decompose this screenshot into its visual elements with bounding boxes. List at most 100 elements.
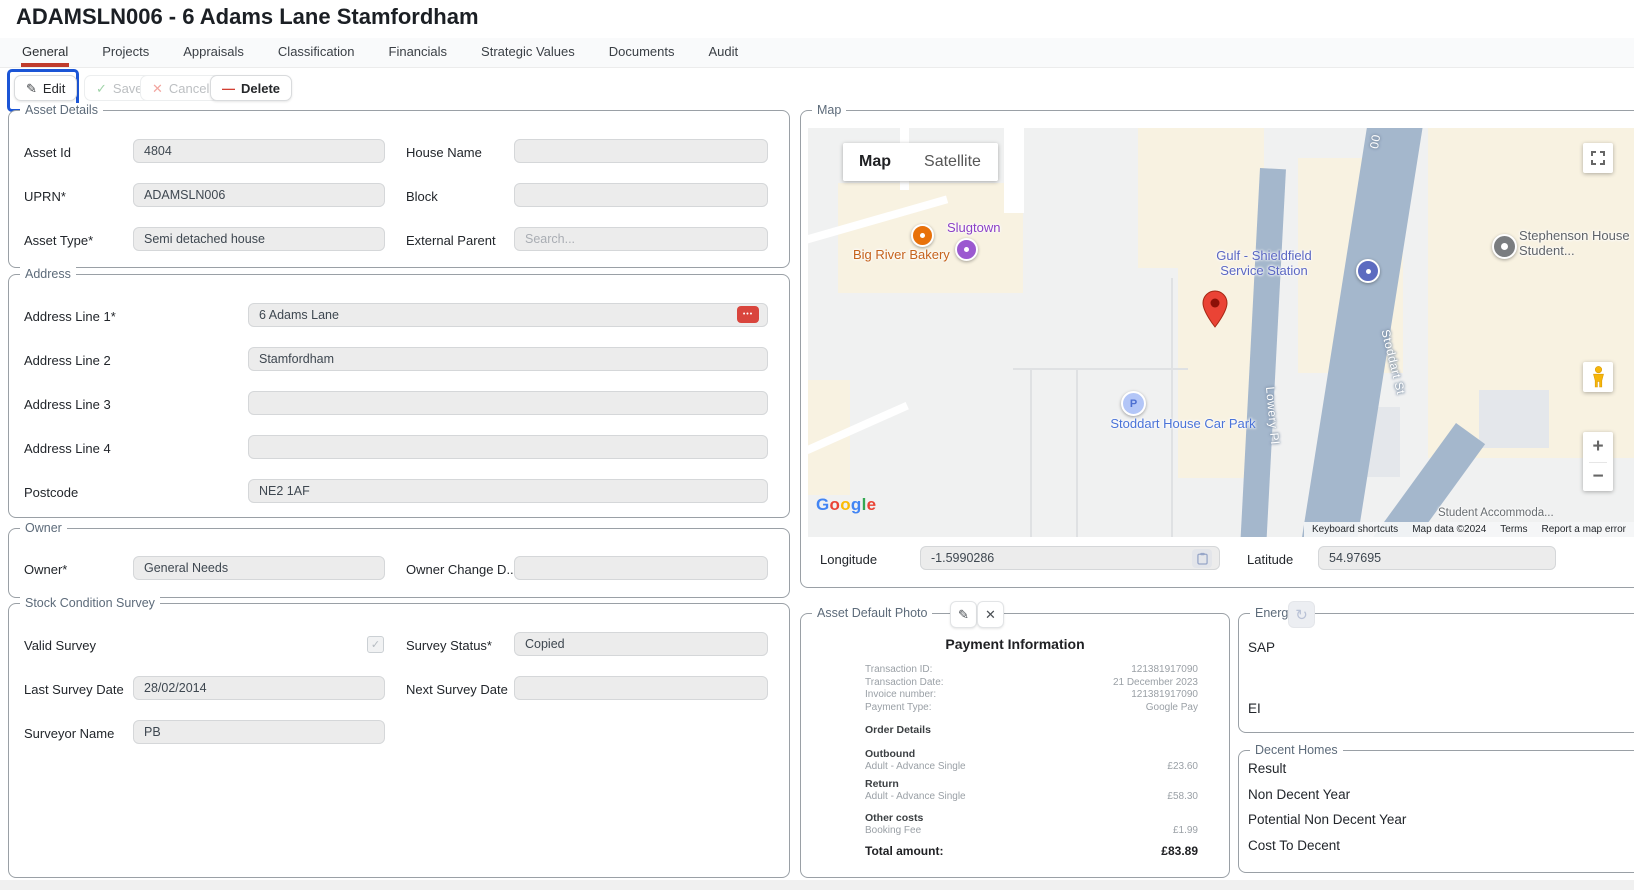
uprn-label: UPRN*: [24, 189, 66, 204]
keyboard-shortcuts-link[interactable]: Keyboard shortcuts: [1312, 524, 1398, 535]
address-line3-label: Address Line 3: [24, 397, 111, 412]
last-survey-date-field[interactable]: 28/02/2014: [133, 676, 385, 700]
asset-default-photo-legend: Asset Default Photo: [812, 606, 932, 620]
ei-label: EI: [1248, 701, 1261, 716]
asset-id-field[interactable]: 4804: [133, 139, 385, 163]
zoom-out-button[interactable]: −: [1592, 463, 1603, 491]
tab-classification[interactable]: Classification: [277, 38, 356, 67]
bakery-poi-pin[interactable]: [911, 224, 934, 247]
non-decent-year-label: Non Decent Year: [1248, 787, 1350, 802]
google-logo: Google: [816, 495, 876, 515]
edit-button[interactable]: ✎ Edit: [14, 75, 77, 101]
pegman-button[interactable]: [1583, 362, 1613, 392]
result-label: Result: [1248, 761, 1286, 776]
return-row: Adult - Advance Single£58.30: [865, 791, 1198, 804]
address-line3-field[interactable]: [248, 391, 768, 415]
page-title: ADAMSLN006 - 6 Adams Lane Stamfordham: [16, 4, 479, 30]
fullscreen-button[interactable]: [1583, 143, 1613, 173]
booking-fee-row: Booking Fee£1.99: [865, 825, 1198, 838]
address-line2-field[interactable]: Stamfordham: [248, 347, 768, 371]
refresh-energy-button[interactable]: ↻: [1288, 601, 1315, 628]
service-station-poi-pin[interactable]: [1356, 259, 1380, 283]
block-field[interactable]: [514, 183, 768, 207]
latitude-field[interactable]: 54.97695: [1318, 546, 1556, 570]
survey-status-field[interactable]: Copied: [514, 632, 768, 656]
outbound-row: Adult - Advance Single£23.60: [865, 761, 1198, 774]
location-marker: [1202, 290, 1228, 333]
student-accommodation-poi-label[interactable]: Student Accommoda...: [1438, 506, 1554, 521]
tab-audit[interactable]: Audit: [708, 38, 740, 67]
owner-change-date-field[interactable]: [514, 556, 768, 580]
address-legend: Address: [20, 267, 76, 281]
stephenson-house-poi-label[interactable]: Stephenson House Student...: [1519, 228, 1630, 258]
valid-survey-label: Valid Survey: [24, 638, 96, 653]
owner-field[interactable]: General Needs: [133, 556, 385, 580]
survey-status-label: Survey Status*: [406, 638, 492, 653]
surveyor-name-field[interactable]: PB: [133, 720, 385, 744]
asset-details-legend: Asset Details: [20, 103, 103, 117]
stephenson-house-poi-pin[interactable]: [1492, 234, 1517, 259]
external-parent-search-field[interactable]: Search...: [514, 227, 768, 251]
parking-poi-pin[interactable]: P: [1121, 391, 1146, 416]
house-name-field[interactable]: [514, 139, 768, 163]
report-map-error-link[interactable]: Report a map error: [1542, 524, 1626, 535]
stock-survey-legend: Stock Condition Survey: [20, 596, 160, 610]
map-building: [1479, 390, 1549, 448]
potential-non-decent-year-label: Potential Non Decent Year: [1248, 812, 1406, 827]
map-type-control: Map Satellite: [843, 143, 998, 181]
tab-strategic-values[interactable]: Strategic Values: [480, 38, 576, 67]
map-parking-line: [1076, 368, 1078, 537]
tab-general[interactable]: General: [21, 38, 69, 67]
car-park-poi-label[interactable]: Stoddart House Car Park: [1101, 416, 1265, 431]
surveyor-name-label: Surveyor Name: [24, 726, 114, 741]
owner-change-date-label: Owner Change D...: [406, 562, 517, 577]
longitude-field[interactable]: -1.5990286: [920, 546, 1220, 570]
edit-photo-button[interactable]: ✎: [950, 601, 977, 628]
bakery-poi-label[interactable]: Big River Bakery: [853, 247, 950, 262]
next-survey-date-field[interactable]: [514, 676, 768, 700]
tab-projects[interactable]: Projects: [101, 38, 150, 67]
map-view-button[interactable]: Map: [843, 143, 907, 181]
slugtown-poi-pin[interactable]: [955, 238, 978, 261]
receipt-title: Payment Information: [802, 636, 1228, 652]
asset-photo: Payment Information Transaction ID:12138…: [802, 628, 1228, 876]
map-minor-road: [1004, 128, 1024, 213]
external-parent-label: External Parent: [406, 233, 496, 248]
slugtown-poi-label[interactable]: Slugtown: [947, 220, 1000, 235]
remove-photo-button[interactable]: ✕: [977, 601, 1004, 628]
return-heading: Return: [865, 778, 899, 790]
map-legend: Map: [812, 103, 846, 117]
address-line4-field[interactable]: [248, 435, 768, 459]
postcode-label: Postcode: [24, 485, 78, 500]
pegman-icon: [1591, 366, 1606, 388]
postcode-field[interactable]: NE2 1AF: [248, 479, 768, 503]
address-line4-label: Address Line 4: [24, 441, 111, 456]
map-attribution: Keyboard shortcuts Map data ©2024 Terms …: [1304, 522, 1634, 537]
zoom-in-button[interactable]: +: [1592, 433, 1603, 462]
block-label: Block: [406, 189, 438, 204]
terms-link[interactable]: Terms: [1500, 524, 1527, 535]
map-data-label: Map data ©2024: [1412, 524, 1486, 535]
service-station-poi-label[interactable]: Gulf - Shieldfield Service Station: [1206, 248, 1322, 278]
satellite-view-button[interactable]: Satellite: [907, 143, 998, 181]
valid-survey-checkbox[interactable]: ✓: [367, 636, 384, 653]
tab-appraisals[interactable]: Appraisals: [182, 38, 245, 67]
total-row: Total amount:£83.89: [865, 844, 1198, 858]
map-parking-line: [1013, 368, 1188, 370]
owner-legend: Owner: [20, 521, 67, 535]
address-line1-field[interactable]: 6 Adams Lane: [248, 303, 768, 327]
google-map[interactable]: 00 Lowery Pl Stoddart St Big River Baker…: [808, 128, 1634, 537]
delete-button[interactable]: — Delete: [210, 75, 292, 101]
uprn-field[interactable]: ADAMSLN006: [133, 183, 385, 207]
pencil-icon: ✎: [958, 607, 969, 623]
tab-financials[interactable]: Financials: [388, 38, 449, 67]
tab-documents[interactable]: Documents: [608, 38, 676, 67]
sap-label: SAP: [1248, 640, 1275, 655]
other-costs-heading: Other costs: [865, 812, 923, 824]
address-lookup-icon[interactable]: •••: [737, 306, 759, 323]
refresh-icon: ↻: [1295, 606, 1308, 624]
cost-to-decent-label: Cost To Decent: [1248, 838, 1340, 853]
copy-coordinates-icon[interactable]: [1192, 549, 1212, 568]
road-number-label: 00: [1367, 134, 1383, 151]
asset-type-field[interactable]: Semi detached house: [133, 227, 385, 251]
